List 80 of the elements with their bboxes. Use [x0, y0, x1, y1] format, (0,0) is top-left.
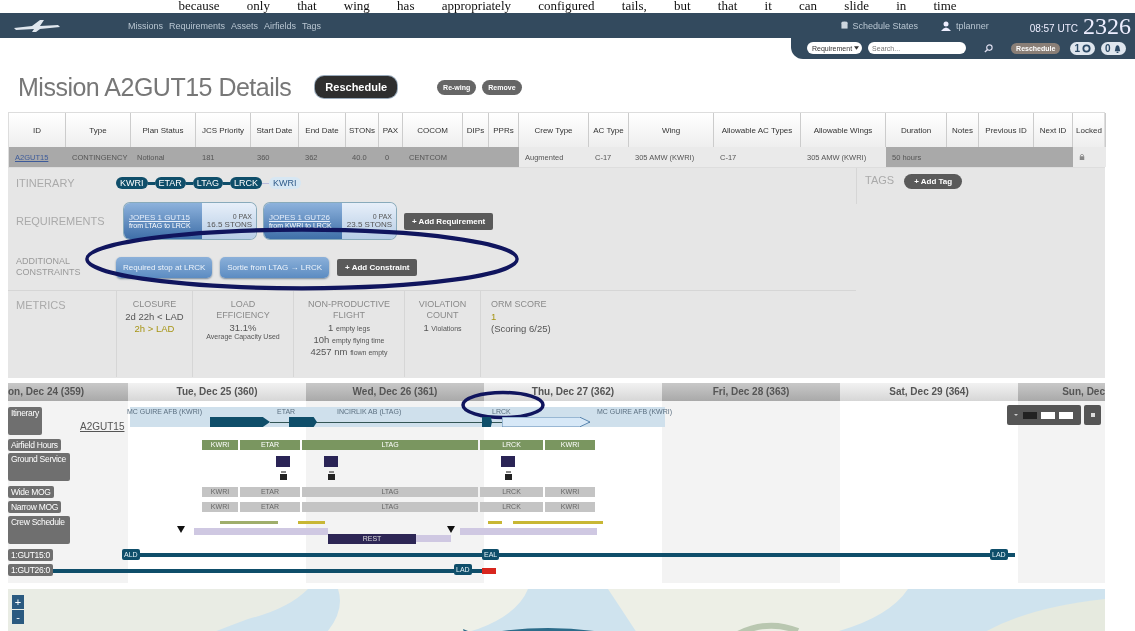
clock-time: 08:57 UTC — [1029, 22, 1078, 34]
metric-value: (Scoring 6/25) — [491, 323, 551, 334]
mission-link[interactable]: A2GUT15 — [80, 421, 125, 432]
section-label: ADDITIONAL CONSTRAINTS — [16, 256, 82, 278]
row-label: 1:GUT15:0 — [8, 549, 53, 561]
stons-text: 23.5 STONS — [346, 220, 392, 229]
duty-bar — [488, 521, 502, 524]
flight-leg-arrow[interactable] — [289, 417, 317, 427]
bell-icon — [1112, 43, 1122, 53]
duty-bar — [298, 521, 325, 524]
day-header: on, Dec 24 (359) — [8, 383, 128, 401]
metric-title: CLOSURE — [132, 299, 177, 310]
row-label: Ground Service — [8, 453, 70, 481]
airfield-chip[interactable]: LRCK — [230, 177, 263, 189]
add-constraint-button[interactable]: + Add Constraint — [337, 258, 418, 276]
flight-leg-arrow[interactable] — [210, 417, 270, 427]
airfield-chip[interactable]: ETAR — [154, 177, 186, 189]
day-header: Wed, Dec 26 (361) — [306, 383, 484, 401]
airfield-chip[interactable]: KWRI — [116, 177, 148, 189]
airfield-chip[interactable]: KWRI — [269, 177, 301, 189]
late-segment — [482, 568, 496, 574]
counter-badge[interactable]: 1 — [1070, 41, 1095, 55]
add-requirement-button[interactable]: + Add Requirement — [404, 212, 494, 230]
metric-title: NON-PRODUCTIVE FLIGHT — [307, 299, 391, 321]
ground-service-icon — [501, 456, 515, 480]
stons-text: 16.5 STONS — [206, 220, 252, 229]
lock-icon — [1079, 153, 1085, 161]
airfield-chip[interactable]: LTAG — [192, 177, 223, 189]
row-label: Narrow MOG — [8, 501, 62, 513]
section-label: TAGS — [865, 174, 895, 186]
row-label: Wide MOG — [8, 486, 54, 498]
page-title: Mission A2GUT15 Details — [18, 72, 292, 102]
database-icon — [840, 21, 848, 30]
metric-value: 2d 22h < LAD — [125, 311, 184, 322]
circle-icon — [1081, 43, 1091, 53]
triangle-marker-icon — [177, 526, 185, 533]
nav-link[interactable]: Airfields — [264, 20, 297, 31]
triangle-marker-icon — [447, 526, 455, 533]
flight-leg-arrow[interactable] — [482, 417, 492, 427]
search-icon[interactable] — [984, 43, 994, 53]
schedule-states-link[interactable]: Schedule States — [852, 20, 919, 31]
row-label: Itinerary — [8, 407, 42, 435]
metric-title: LOAD EFFICIENCY — [215, 299, 271, 321]
ground-service-icon — [276, 456, 290, 480]
row-label: Crew Schedule — [8, 516, 70, 544]
metric-value: 31.1% — [229, 322, 257, 333]
metric-title: ORM SCORE — [491, 299, 547, 310]
row-label: 1:GUT26:0 — [8, 564, 53, 576]
metric-title: VIOLATION COUNT — [417, 299, 468, 321]
legend-swatches-icon[interactable] — [1013, 410, 1075, 420]
metric-value: 2h > LAD — [134, 323, 175, 334]
day-header: Sat, Dec 29 (364) — [840, 383, 1018, 401]
nav-link[interactable]: Tags — [302, 20, 322, 31]
counter-badge[interactable]: 0 — [1100, 41, 1126, 55]
user-link[interactable]: tplanner — [956, 20, 989, 31]
crew-bar — [416, 535, 451, 542]
nav-link[interactable]: Requirements — [169, 20, 226, 31]
day-number: 2326 — [1083, 14, 1131, 37]
zoom-out-button[interactable]: - — [12, 610, 24, 624]
nav-link[interactable]: Assets — [231, 20, 259, 31]
section-label: ITINERARY — [16, 177, 76, 189]
caption-text: because only that wing has appropriately configured tails, but that it can slide in time — [177, 0, 958, 12]
nav-link[interactable]: Missions — [128, 20, 163, 31]
duty-bar — [220, 521, 278, 524]
user-icon — [941, 20, 952, 31]
day-header: Fri, Dec 28 (363) — [662, 383, 840, 401]
add-tag-button[interactable]: + Add Tag — [904, 174, 963, 189]
day-header: Tue, Dec 25 (360) — [128, 383, 306, 401]
reschedule-button[interactable]: Reschedule — [315, 76, 398, 98]
day-header: Thu, Dec 27 (362) — [484, 383, 662, 401]
airplane-logo-icon[interactable] — [12, 18, 62, 33]
ground-service-icon — [324, 456, 338, 480]
metric-value: 1 — [491, 311, 497, 322]
zoom-in-button[interactable]: + — [12, 595, 24, 609]
row-label: Airfield Hours — [8, 439, 61, 451]
day-header: Sun, Dec — [1018, 383, 1105, 401]
section-label: REQUIREMENTS — [16, 215, 106, 227]
caret-icon — [854, 46, 860, 50]
section-label: METRICS — [16, 298, 67, 313]
timeline-settings-button[interactable] — [1084, 405, 1101, 425]
